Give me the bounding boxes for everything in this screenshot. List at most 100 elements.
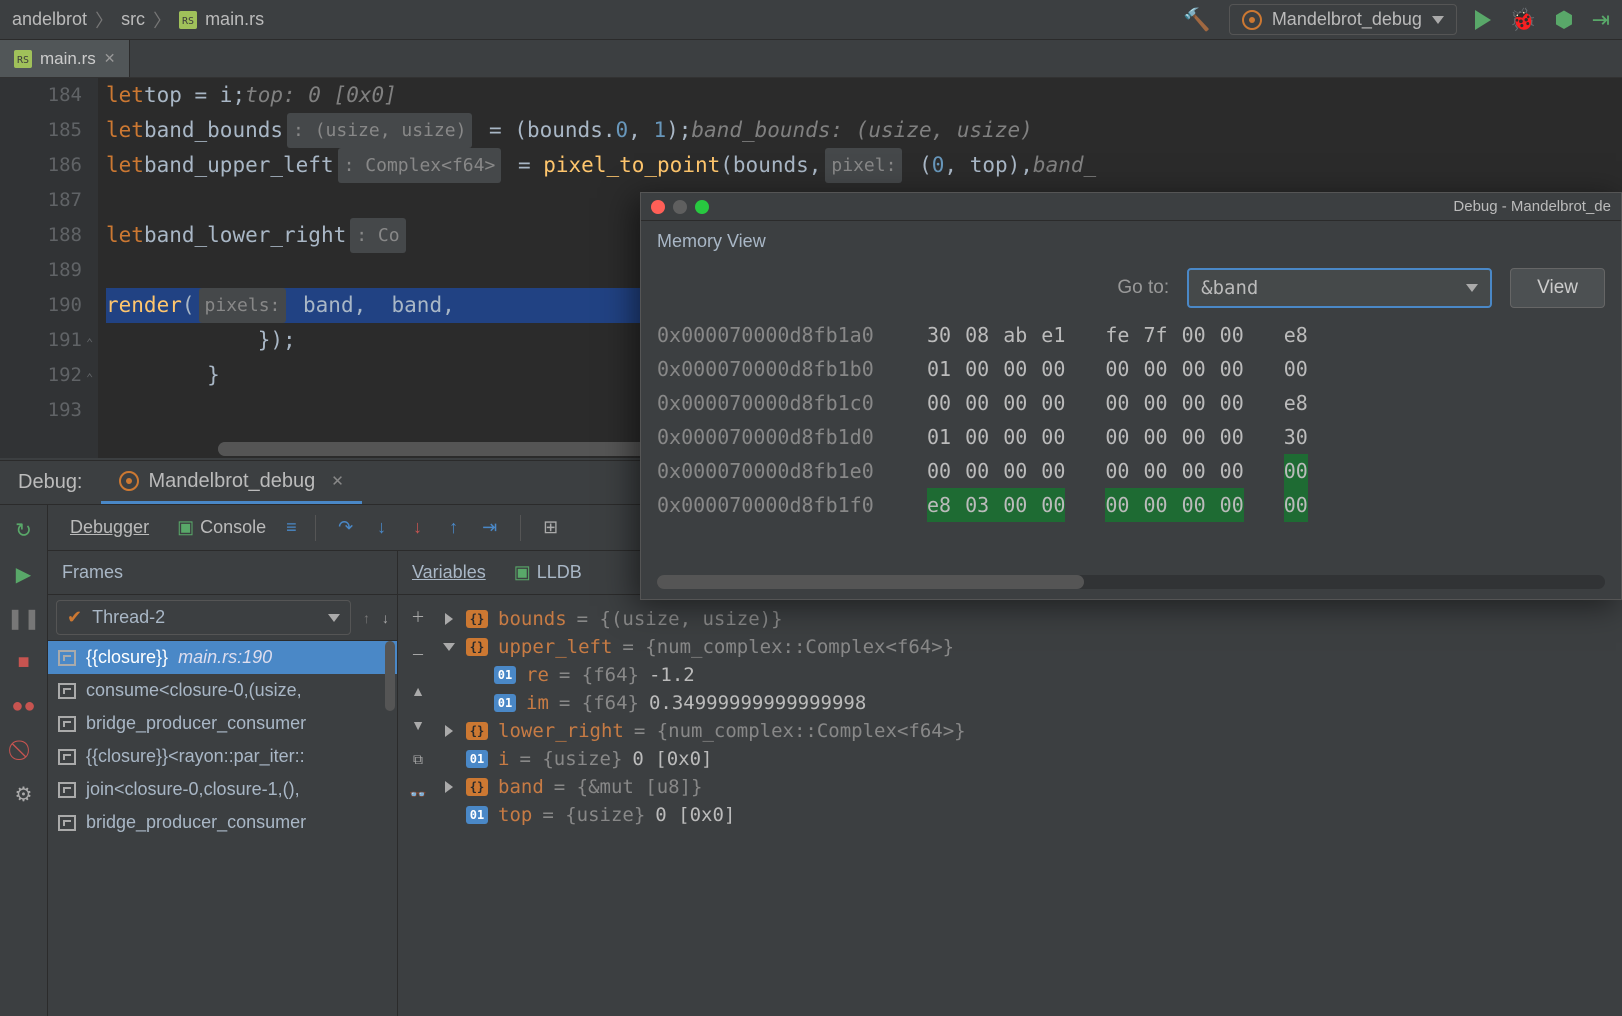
window-zoom-icon[interactable] [695, 200, 709, 214]
var-node[interactable]: {} lower_right = {num_complex::Complex<f… [438, 717, 1622, 745]
breadcrumb-file[interactable]: main.rs [205, 9, 264, 30]
run-to-cursor-icon[interactable]: ⇥ [478, 517, 502, 538]
editor-tab[interactable]: RS main.rs ✕ [0, 40, 130, 77]
chevron-down-icon [328, 614, 340, 622]
expand-icon[interactable] [442, 613, 456, 625]
primitive-icon: 01 [494, 666, 516, 684]
chevron-right-icon: 〉 [95, 7, 113, 33]
profile-icon[interactable]: ⇥ [1592, 7, 1610, 33]
stop-icon[interactable]: ■ [13, 651, 35, 673]
run-config-dropdown[interactable]: Mandelbrot_debug [1229, 4, 1457, 35]
add-watch-icon[interactable]: ＋ [411, 607, 425, 627]
close-icon[interactable]: ✕ [104, 50, 116, 67]
frame-icon [58, 749, 76, 765]
stack-frame[interactable]: {{closure}} main.rs:190 [48, 641, 397, 674]
goto-label: Go to: [1117, 277, 1169, 299]
stack-frame[interactable]: bridge_producer_consumer [48, 806, 397, 839]
object-icon: {} [466, 778, 488, 796]
svg-text:RS: RS [17, 55, 29, 66]
var-node[interactable]: {} upper_left = {num_complex::Complex<f6… [438, 633, 1622, 661]
var-node[interactable]: {} bounds = {(usize, usize)} [438, 605, 1622, 633]
var-node[interactable]: 01 i = {usize} 0 [0x0] [438, 745, 1622, 773]
prev-frame-icon[interactable]: ↑ [363, 610, 370, 626]
debug-icon[interactable]: 🐞 [1509, 7, 1536, 33]
svg-text:RS: RS [182, 16, 194, 27]
stack-frame[interactable]: join<closure-0,closure-1,(), [48, 773, 397, 806]
close-icon[interactable]: ✕ [331, 472, 344, 490]
run-icon[interactable] [1475, 10, 1491, 30]
breadcrumb: andelbrot 〉 src 〉 RS main.rs [12, 7, 264, 33]
primitive-icon: 01 [466, 750, 488, 768]
memory-view-title: Memory View [641, 221, 1621, 262]
threads-icon[interactable]: ≡ [286, 517, 297, 538]
move-up-icon[interactable]: ▲ [411, 683, 425, 699]
step-into-icon[interactable]: ↓ [370, 517, 394, 538]
debug-session-name: Mandelbrot_debug [149, 470, 316, 493]
view-button[interactable]: View [1510, 268, 1605, 308]
run-config-name: Mandelbrot_debug [1272, 9, 1422, 30]
build-icon[interactable]: 🔨 [1183, 7, 1210, 33]
evaluate-icon[interactable]: ⊞ [539, 517, 563, 538]
goto-address-input[interactable]: &band [1187, 268, 1492, 308]
expand-icon[interactable] [442, 781, 456, 793]
var-node[interactable]: 01 top = {usize} 0 [0x0] [438, 801, 1622, 829]
window-minimize-icon[interactable] [673, 200, 687, 214]
frame-icon [58, 650, 76, 666]
rust-file-icon: RS [179, 11, 197, 29]
fold-icon[interactable]: ⌃ [86, 326, 93, 361]
collapse-icon[interactable] [442, 643, 456, 651]
object-icon: {} [466, 638, 488, 656]
gutter: 184 185 186 187 188 189 190 191 192 193 … [0, 78, 98, 458]
debug-session-tab[interactable]: Mandelbrot_debug ✕ [101, 461, 362, 504]
frame-icon [58, 683, 76, 699]
primitive-icon: 01 [494, 694, 516, 712]
move-down-icon[interactable]: ▼ [411, 717, 425, 733]
show-watches-icon[interactable]: 👓 [409, 786, 426, 803]
fold-icon[interactable]: ⌃ [86, 361, 93, 396]
remove-watch-icon[interactable]: － [411, 645, 425, 665]
chevron-down-icon [1432, 16, 1444, 24]
step-over-icon[interactable]: ↷ [334, 517, 358, 538]
debug-session-toolbar: ↻ ▶ ❚❚ ■ ●● ⃠ ⚙ [0, 505, 48, 1016]
copy-icon[interactable]: ⧉ [413, 751, 423, 768]
horizontal-scrollbar[interactable] [657, 575, 1605, 589]
frame-icon [58, 815, 76, 831]
window-title: Debug - Mandelbrot_de [1453, 198, 1611, 215]
var-node[interactable]: {} band = {&mut [u8]} [438, 773, 1622, 801]
rust-config-icon [119, 471, 139, 491]
check-icon: ✔ [67, 607, 82, 628]
force-step-into-icon[interactable]: ↓ [406, 517, 430, 538]
tab-variables[interactable]: Variables [412, 562, 486, 583]
coverage-icon[interactable]: ⬢ [1554, 7, 1573, 33]
memory-grid[interactable]: 0x000070000d8fb1a03008abe1fe7f0000e80x00… [641, 314, 1621, 569]
expand-icon[interactable] [442, 725, 456, 737]
breadcrumb-part[interactable]: andelbrot [12, 9, 87, 30]
object-icon: {} [466, 722, 488, 740]
settings-icon[interactable]: ⚙ [13, 783, 35, 805]
var-node[interactable]: 01 im = {f64} 0.34999999999999998 [438, 689, 1622, 717]
frames-title: Frames [48, 551, 397, 595]
resume-icon[interactable]: ▶ [13, 563, 35, 585]
next-frame-icon[interactable]: ↓ [382, 610, 389, 626]
pause-icon[interactable]: ❚❚ [13, 607, 35, 629]
mute-breakpoints-icon[interactable]: ⃠ [13, 739, 35, 761]
rerun-icon[interactable]: ↻ [13, 519, 35, 541]
stack-frame[interactable]: consume<closure-0,(usize, [48, 674, 397, 707]
tab-console[interactable]: ▣Console [169, 511, 274, 544]
thread-dropdown[interactable]: ✔ Thread-2 [56, 600, 351, 635]
breadcrumb-part[interactable]: src [121, 9, 145, 30]
chevron-down-icon [1466, 284, 1478, 292]
memory-view-window: Debug - Mandelbrot_de Memory View Go to:… [640, 192, 1622, 600]
tab-lldb[interactable]: ▣LLDB [514, 562, 582, 583]
var-node[interactable]: 01 re = {f64} -1.2 [438, 661, 1622, 689]
view-breakpoints-icon[interactable]: ●● [13, 695, 35, 717]
vertical-scrollbar[interactable] [385, 641, 395, 711]
frame-icon [58, 782, 76, 798]
tab-debugger[interactable]: Debugger [62, 511, 157, 544]
step-out-icon[interactable]: ↑ [442, 517, 466, 538]
frame-icon [58, 716, 76, 732]
stack-frame[interactable]: {{closure}}<rayon::par_iter:: [48, 740, 397, 773]
window-close-icon[interactable] [651, 200, 665, 214]
thread-name: Thread-2 [92, 607, 165, 628]
stack-frame[interactable]: bridge_producer_consumer [48, 707, 397, 740]
